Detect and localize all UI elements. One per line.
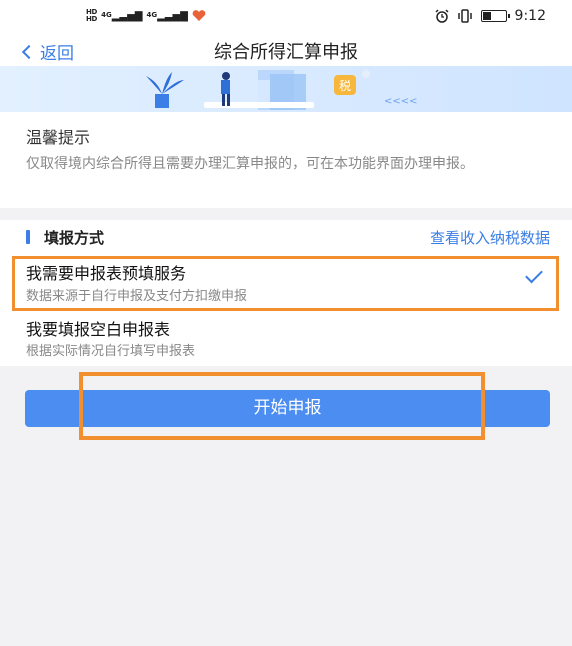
signal-icon: 4G▂▃▅▇	[101, 10, 143, 22]
document-screens-icon	[204, 70, 314, 110]
banner-arrows: <<<<	[384, 96, 418, 107]
svg-text:税: 税	[339, 79, 351, 93]
option-subtitle: 数据来源于自行申报及支付方扣缴申报	[26, 289, 248, 304]
checkmark-icon	[525, 265, 543, 284]
option-subtitle: 根据实际情况自行填写申报表	[26, 344, 196, 359]
status-left: HD HD 4G▂▃▅▇ 4G▂▃▅▇	[86, 9, 206, 23]
person-icon	[221, 72, 230, 106]
status-time: 9:12	[514, 8, 546, 24]
section-header: 填报方式 查看收入纳税数据	[0, 220, 572, 254]
filing-method-section: 填报方式 查看收入纳税数据 我需要申报表预填服务 数据来源于自行申报及支付方扣缴…	[0, 220, 572, 366]
tips-text: 仅取得境内综合所得且需要办理汇算申报的，可在本功能界面办理申报。	[26, 156, 474, 172]
vibrate-icon	[457, 9, 472, 23]
tips-title: 温馨提示	[26, 128, 91, 147]
tips-section: 温馨提示 仅取得境内综合所得且需要办理汇算申报的，可在本功能界面办理申报。	[0, 112, 572, 208]
section-title: 填报方式	[44, 229, 105, 247]
section-marker	[26, 230, 30, 244]
nav-bar: 返回 综合所得汇算申报	[0, 36, 572, 66]
banner-illustration: 税 <<<<	[0, 66, 572, 112]
alarm-icon	[435, 9, 449, 23]
option-blank-form[interactable]: 我要填报空白申报表 根据实际情况自行填写申报表	[0, 316, 572, 362]
start-filing-button[interactable]: 开始申报	[25, 390, 550, 427]
option-title: 我需要申报表预填服务	[26, 264, 187, 283]
plant-icon	[146, 72, 184, 108]
heart-icon	[192, 10, 206, 21]
page-title: 综合所得汇算申报	[214, 42, 358, 63]
view-tax-data-link[interactable]: 查看收入纳税数据	[430, 227, 550, 248]
status-right: 9:12	[435, 8, 546, 24]
status-bar: HD HD 4G▂▃▅▇ 4G▂▃▅▇ 9:12	[0, 0, 572, 36]
banner-graphic: 税 <<<<	[146, 70, 418, 110]
option-title: 我要填报空白申报表	[26, 320, 171, 339]
option-prefill-service[interactable]: 我需要申报表预填服务 数据来源于自行申报及支付方扣缴申报	[0, 256, 572, 308]
signal-icon-2: 4G▂▃▅▇	[146, 10, 188, 22]
tax-badge: 税	[334, 70, 370, 95]
hd-icon: HD HD	[86, 8, 98, 23]
battery-icon	[480, 10, 510, 22]
